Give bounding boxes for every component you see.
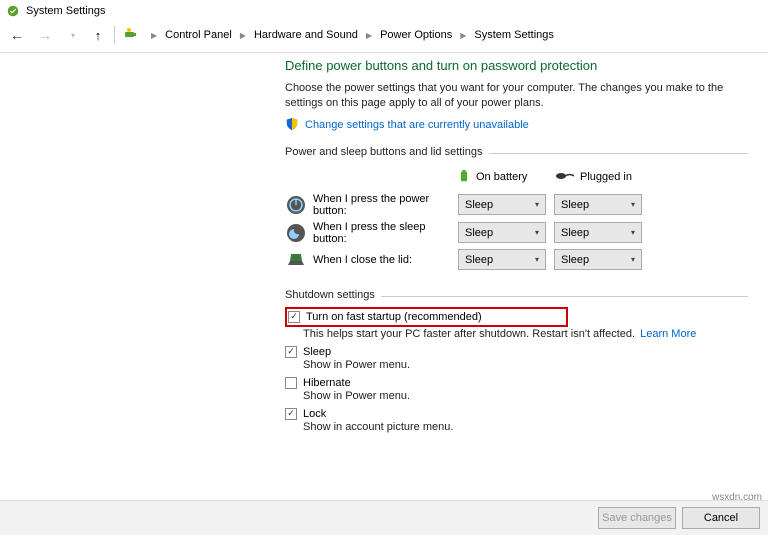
lock-option-label: Lock [303,408,326,420]
save-button[interactable]: Save changes [598,507,676,529]
page-heading: Define power buttons and turn on passwor… [285,58,748,73]
chevron-down-icon: ▾ [631,200,635,209]
battery-icon [458,168,470,187]
col-plugged-label: Plugged in [580,171,632,183]
hibernate-option-sub: Show in Power menu. [303,390,748,402]
main-content: Define power buttons and turn on passwor… [285,58,748,433]
learn-more-link[interactable]: Learn More [640,328,696,340]
lock-checkbox[interactable]: ✓ [285,408,297,420]
crumb-power-options[interactable]: Power Options [378,27,454,43]
group-shutdown: Shutdown settings [285,289,748,301]
crumb-system-settings[interactable]: System Settings [472,27,555,43]
power-plan-icon [123,26,139,45]
sleep-button-battery-select[interactable]: Sleep▾ [458,222,546,243]
chevron-down-icon: ▾ [535,200,539,209]
chevron-down-icon: ▾ [535,255,539,264]
lid-plugged-select[interactable]: Sleep▾ [554,249,642,270]
sleep-button-icon [285,222,307,244]
back-button[interactable]: ← [6,24,28,46]
sleep-checkbox[interactable]: ✓ [285,346,297,358]
window-title: System Settings [26,5,105,17]
sleep-button-plugged-select[interactable]: Sleep▾ [554,222,642,243]
shield-icon [285,117,299,134]
change-settings-link[interactable]: Change settings that are currently unava… [305,119,529,131]
fast-startup-sub: This helps start your PC faster after sh… [303,328,748,340]
page-description: Choose the power settings that you want … [285,81,748,111]
chevron-right-icon: ▶ [149,31,159,40]
lid-battery-select[interactable]: Sleep▾ [458,249,546,270]
chevron-down-icon: ▾ [535,228,539,237]
crumb-hardware-sound[interactable]: Hardware and Sound [252,27,360,43]
fast-startup-checkbox[interactable]: ✓ [288,311,300,323]
forward-button[interactable]: → [34,24,56,46]
titlebar: System Settings [0,0,768,22]
fast-startup-highlight: ✓ Turn on fast startup (recommended) [285,307,568,327]
chevron-right-icon: ▶ [458,31,468,40]
nav-bar: ← → ▾ ↑ ▶ Control Panel ▶ Hardware and S… [0,22,768,53]
power-button-battery-select[interactable]: Sleep▾ [458,194,546,215]
chevron-down-icon: ▾ [631,228,635,237]
sleep-option-label: Sleep [303,346,331,358]
row-sleep-button: When I press the sleep button: Sleep▾ Sl… [285,221,748,245]
crumb-control-panel[interactable]: Control Panel [163,27,234,43]
separator [114,26,115,44]
chevron-right-icon: ▶ [364,31,374,40]
sleep-option-sub: Show in Power menu. [303,359,748,371]
row-sleep-label: When I press the sleep button: [313,221,458,245]
column-on-battery: On battery [458,168,554,187]
lock-option-sub: Show in account picture menu. [303,421,748,433]
power-options-icon [6,4,20,18]
plug-icon [554,171,574,184]
power-button-plugged-select[interactable]: Sleep▾ [554,194,642,215]
power-button-icon [285,194,307,216]
cancel-button[interactable]: Cancel [682,507,760,529]
column-plugged-in: Plugged in [554,168,650,187]
breadcrumb: ▶ Control Panel ▶ Hardware and Sound ▶ P… [145,27,556,43]
chevron-down-icon: ▾ [631,255,635,264]
row-power-button: When I press the power button: Sleep▾ Sl… [285,193,748,217]
row-close-lid: When I close the lid: Sleep▾ Sleep▾ [285,249,748,271]
row-lid-label: When I close the lid: [313,254,458,266]
up-button[interactable]: ↑ [90,28,106,43]
row-power-label: When I press the power button: [313,193,458,217]
col-battery-label: On battery [476,171,527,183]
footer: Save changes Cancel [0,500,768,535]
fast-startup-label: Turn on fast startup (recommended) [306,311,482,323]
recent-dropdown[interactable]: ▾ [62,24,84,46]
group-power-sleep: Power and sleep buttons and lid settings [285,146,748,158]
chevron-right-icon: ▶ [238,31,248,40]
hibernate-checkbox[interactable] [285,377,297,389]
hibernate-option-label: Hibernate [303,377,351,389]
laptop-lid-icon [285,249,307,271]
